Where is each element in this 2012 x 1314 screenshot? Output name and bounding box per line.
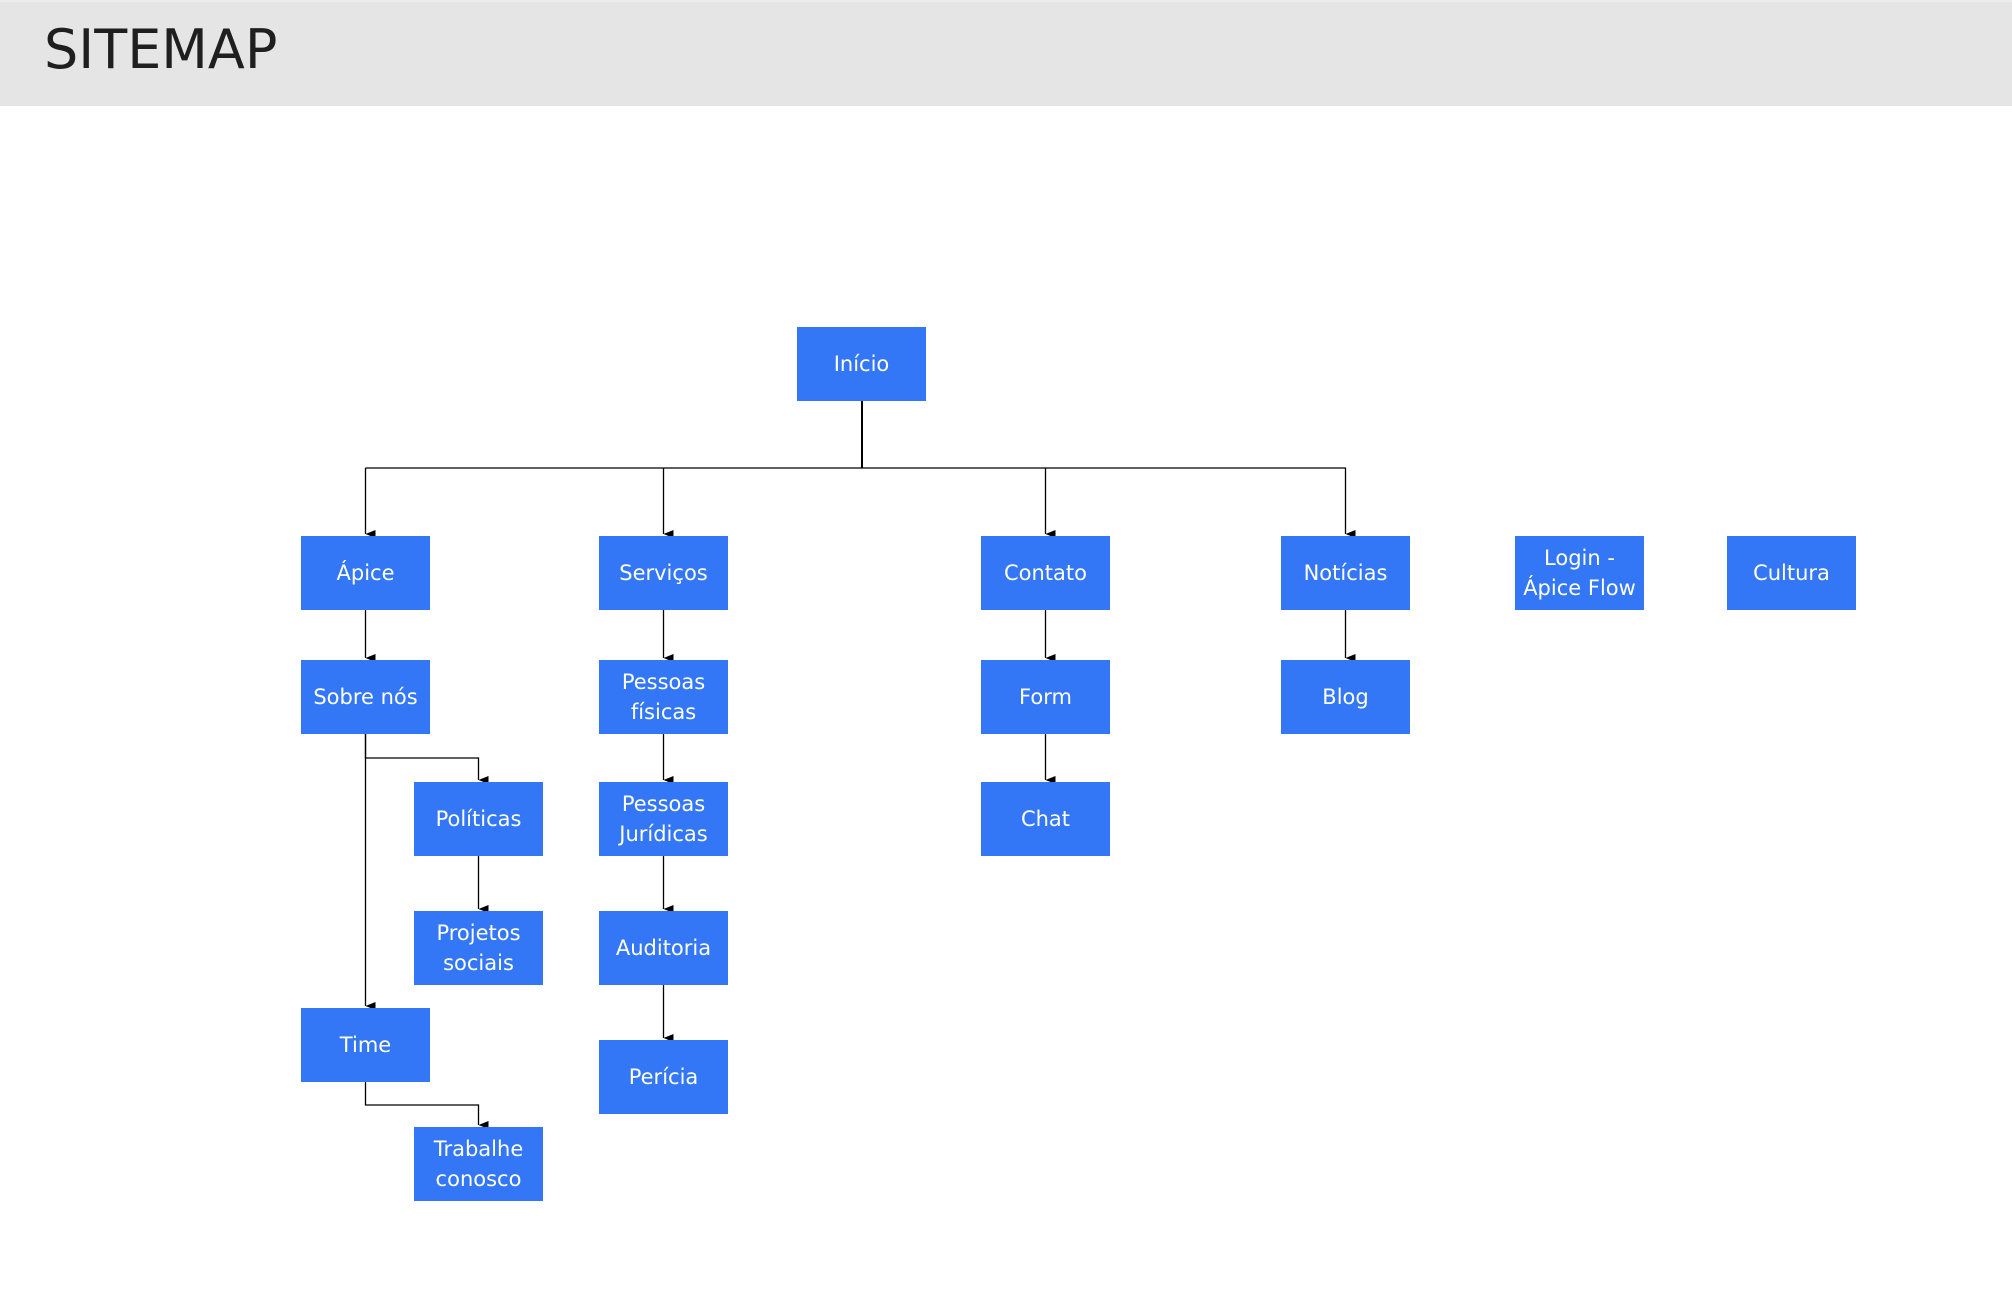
node-auditoria[interactable]: Auditoria xyxy=(599,911,728,985)
node-form[interactable]: Form xyxy=(981,660,1110,734)
node-login-apice-flow[interactable]: Login - Ápice Flow xyxy=(1515,536,1644,610)
node-label: Contato xyxy=(1003,561,1087,585)
node-time[interactable]: Time xyxy=(301,1008,430,1082)
node-chat[interactable]: Chat xyxy=(981,782,1110,856)
node-trabalhe-conosco[interactable]: Trabalhe conosco xyxy=(414,1127,543,1201)
connectors-layer xyxy=(364,401,1356,1129)
node-label: Perícia xyxy=(628,1065,699,1089)
node-label: Sobre nós xyxy=(313,685,418,709)
node-label: Início xyxy=(833,352,890,376)
node-blog[interactable]: Blog xyxy=(1281,660,1410,734)
node-label: Projetos sociais xyxy=(436,921,521,975)
node-projetos-sociais[interactable]: Projetos sociais xyxy=(414,911,543,985)
connector-time-trabalhe xyxy=(364,1082,489,1129)
node-contato[interactable]: Contato xyxy=(981,536,1110,610)
node-label: Chat xyxy=(1020,807,1071,831)
node-label: Pessoas Jurídicas xyxy=(619,792,708,846)
node-label: Form xyxy=(1019,685,1072,709)
node-label: Auditoria xyxy=(615,936,712,960)
node-pessoas-juridicas[interactable]: Pessoas Jurídicas xyxy=(599,782,728,856)
node-label: Serviços xyxy=(619,561,708,585)
node-label: Ápice xyxy=(336,561,395,585)
node-label: Cultura xyxy=(1753,561,1830,585)
node-label: Trabalhe conosco xyxy=(433,1137,524,1191)
node-pericia[interactable]: Perícia xyxy=(599,1040,728,1114)
node-label: Notícias xyxy=(1303,561,1388,585)
node-label: Políticas xyxy=(435,807,522,831)
node-label: Login - Ápice Flow xyxy=(1523,546,1636,600)
node-servicos[interactable]: Serviços xyxy=(599,536,728,610)
node-inicio[interactable]: Início xyxy=(797,327,926,401)
node-cultura[interactable]: Cultura xyxy=(1727,536,1856,610)
node-label: Blog xyxy=(1322,685,1369,709)
node-sobre-nos[interactable]: Sobre nós xyxy=(301,660,430,734)
connector-sobre-politicas xyxy=(364,734,489,784)
node-apice[interactable]: Ápice xyxy=(301,536,430,610)
node-label: Time xyxy=(339,1033,392,1057)
node-noticias[interactable]: Notícias xyxy=(1281,536,1410,610)
node-pessoas-fisicas[interactable]: Pessoas físicas xyxy=(599,660,728,734)
node-label: Pessoas físicas xyxy=(621,670,706,724)
node-politicas[interactable]: Políticas xyxy=(414,782,543,856)
